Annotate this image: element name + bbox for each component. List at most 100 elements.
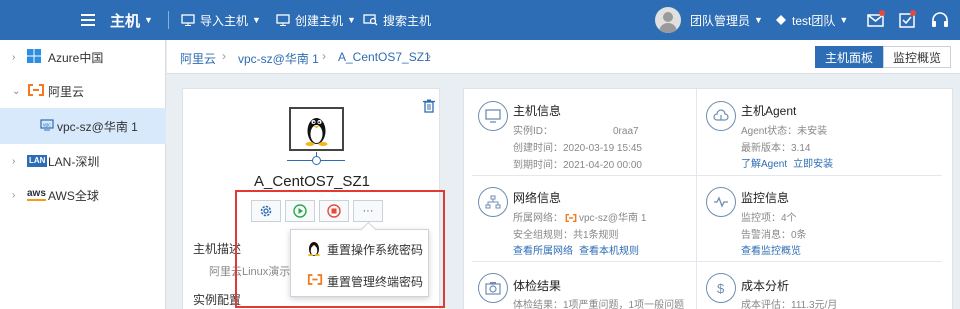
monitor-items-label: 监控项： [741,213,781,224]
chevron-right-icon: › [427,49,431,63]
todo-icon[interactable] [898,10,918,33]
chevron-down-icon: ▼ [144,15,153,25]
agent-version-row: 最新版本：3.14 [741,139,810,154]
agent-version-value: 3.14 [791,143,811,154]
security-value: 共1条规则 [573,230,619,241]
divider [472,261,942,262]
description-label: 主机描述 [193,242,242,256]
reset-os-password-item[interactable]: 重置操作系统密码 [291,234,430,264]
chevron-down-icon[interactable]: ⌄ [12,86,20,97]
search-host-button[interactable]: 搜索主机 [363,0,431,40]
more-actions-dropdown: 重置操作系统密码 重置管理终端密码 [290,229,429,297]
vpc-icon: vpc [40,118,54,134]
reset-terminal-password-item[interactable]: 重置管理终端密码 [291,266,430,296]
aws-icon: aws [27,188,46,201]
instance-id-row: 实例ID： 0raa7 [513,122,639,137]
create-host-label: 创建主机 [295,13,344,28]
monitor-items-value: 4个 [781,213,797,224]
team-icon [776,15,786,25]
network-icon [478,187,508,217]
team-menu[interactable]: test团队 ▼ [775,0,848,40]
expire-value: 2021-04-20 00:00 [563,160,642,171]
chevron-right-icon: › [222,49,226,63]
menu-item-label: 重置管理终端密码 [327,274,424,289]
view-rules-link[interactable]: 查看本机规则 [579,246,639,257]
product-title: 主机 [110,12,141,30]
svg-text:$: $ [717,281,725,296]
view-monitor-link[interactable]: 查看监控概览 [741,246,801,257]
menu-item-label: 重置操作系统密码 [327,242,424,257]
agent-title: 主机Agent [741,104,797,118]
tab-monitor-overview[interactable]: 监控概览 [883,46,951,68]
menu-icon[interactable] [80,0,96,40]
avatar[interactable] [655,7,681,33]
sidebar-item-aliyun[interactable]: ⌄ 阿里云 [0,74,166,108]
sidebar-item-label: 阿里云 [48,84,85,99]
monitor-icon [276,14,290,26]
breadcrumb-item-host[interactable]: A_CentOS7_SZ1 [338,50,431,64]
learn-agent-link[interactable]: 了解Agent [741,159,787,170]
health-row: 体检结果：1项严重问题，1项一般问题 [513,296,684,309]
import-host-menu[interactable]: 导入主机 ▼ [181,0,261,40]
agent-status-row: Agent状态：未安装 [741,122,827,137]
security-label: 安全组规则： [513,230,573,241]
chevron-right-icon[interactable]: › [12,52,15,63]
host-info-title: 主机信息 [513,104,562,118]
alerts-value: 0条 [791,230,807,241]
sidebar-item-lan-shenzhen[interactable]: › LAN LAN-深圳 [0,144,166,178]
connector-dot [312,156,321,165]
alerts-label: 告警消息： [741,230,791,241]
health-value: 1项严重问题，1项一般问题 [563,300,685,309]
chevron-right-icon[interactable]: › [12,156,15,167]
monitor-links: 查看监控概览 [741,242,801,257]
host-name: A_CentOS7_SZ1 [254,173,370,190]
headset-icon[interactable] [930,10,950,33]
agent-status-value: 未安装 [797,126,828,137]
dollar-icon: $ [706,273,736,303]
chevron-right-icon: › [322,49,326,63]
security-row: 安全组规则：共1条规则 [513,226,619,241]
install-agent-link[interactable]: 立即安装 [793,159,833,170]
windows-icon [27,48,41,66]
lan-icon: LAN [27,155,48,167]
sidebar-item-azure[interactable]: › Azure中国 [0,40,166,74]
breadcrumb-item-aliyun[interactable]: 阿里云 [180,50,216,67]
tab-host-dashboard[interactable]: 主机面板 [815,46,883,68]
agent-status-label: Agent状态： [741,126,798,137]
trash-icon[interactable] [423,99,435,116]
svg-text:vpc: vpc [43,122,51,128]
health-title: 体检结果 [513,279,562,293]
product-switcher[interactable]: 主机 ▼ [110,0,153,40]
camera-icon [478,273,508,303]
instance-id-value: 0raa7 [613,126,639,137]
user-role-label: 团队管理员 [690,13,751,28]
monitor-icon [181,14,195,26]
config-label: 实例配置 [193,293,242,307]
sidebar-item-aws[interactable]: › aws AWS全球 [0,178,166,212]
user-role-menu[interactable]: 团队管理员 ▼ [690,0,763,40]
expire-row: 到期时间：2021-04-20 00:00 [513,156,642,171]
monitor-icon [478,101,508,131]
created-row: 创建时间：2020-03-19 15:45 [513,139,642,154]
chevron-right-icon[interactable]: › [12,190,15,201]
create-host-menu[interactable]: 创建主机 ▼ [276,0,356,40]
sidebar-item-label: LAN-深圳 [48,154,100,169]
search-monitor-icon [363,14,378,26]
sidebar-item-vpc-sz[interactable]: vpc vpc-sz@华南 1 [0,108,166,144]
alicloud-icon [307,274,323,288]
alicloud-icon [27,83,45,99]
view-network-link[interactable]: 查看所属网络 [513,246,573,257]
cost-value: 111.3元/月 [791,300,838,309]
alicloud-icon [565,214,577,223]
agent-links: 了解Agent 立即安装 [741,155,833,170]
top-navigation-bar: 主机 ▼ 导入主机 ▼ 创建主机 ▼ 搜索主机 团队管理员 ▼ test团队 ▼ [0,0,960,40]
created-label: 创建时间： [513,143,563,154]
sidebar-item-label: Azure中国 [48,50,104,65]
pulse-icon [706,187,736,217]
chevron-down-icon: ▼ [839,15,849,25]
mail-icon[interactable] [866,10,886,33]
network-value: vpc-sz@华南 1 [579,213,647,224]
created-value: 2020-03-19 15:45 [563,143,642,154]
breadcrumb-item-vpc[interactable]: vpc-sz@华南 1 [238,50,319,67]
divider [696,89,697,309]
